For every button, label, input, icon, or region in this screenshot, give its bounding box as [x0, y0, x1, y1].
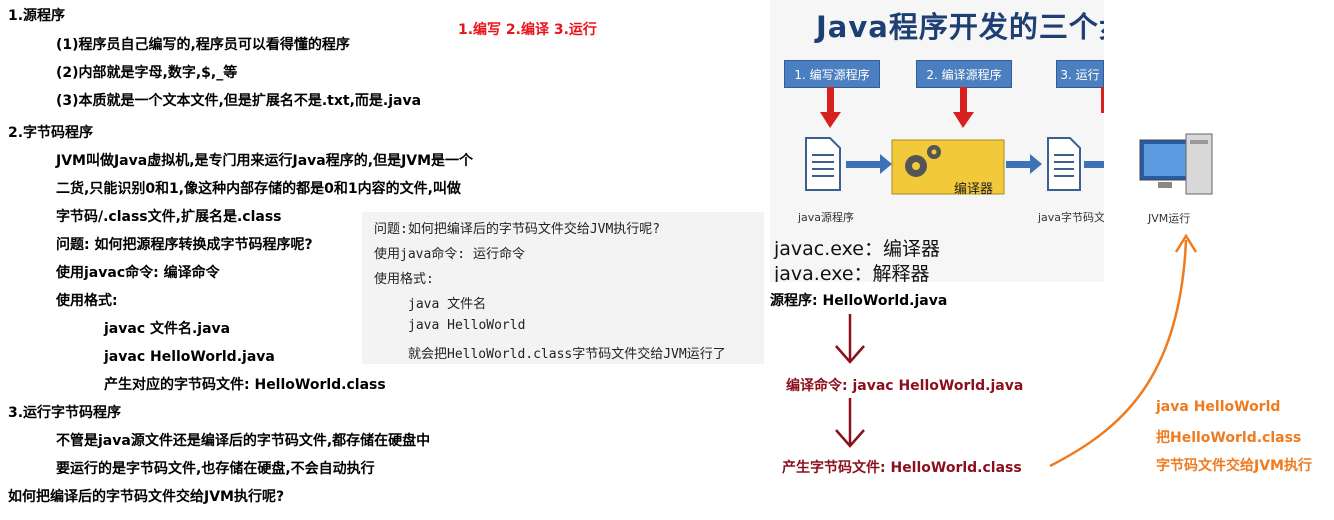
note-line: (2)内部就是字母,数字,$,_等: [56, 65, 238, 81]
note-line: 不管是java源文件还是编译后的字节码文件,都存储在硬盘中: [56, 433, 431, 449]
note-line: 问题: 如何把源程序转换成字节码程序呢?: [56, 237, 313, 253]
note-line: 二货,只能识别0和1,像这种内部存储的都是0和1内容的文件,叫做: [56, 181, 461, 197]
flow-arrow-icon: [846, 154, 892, 174]
document-icon: [805, 137, 841, 191]
steps-header: 1.编写 2.编译 3.运行: [458, 22, 597, 38]
flow-arrow-icon: [1006, 154, 1042, 174]
mono-line: java 文件名: [408, 297, 487, 312]
bytecode-file-label: java字节码文件: [1038, 211, 1104, 224]
flow-output: 产生字节码文件: HelloWorld.class: [782, 460, 1022, 476]
mono-line: 问题:如何把编译后的字节码文件交给JVM执行呢?: [374, 222, 661, 237]
note-line: 产生对应的字节码文件: HelloWorld.class: [104, 377, 386, 393]
flow-compile: 编译命令: javac HelloWorld.java: [786, 378, 1024, 394]
jvm-computer-icon: [1139, 133, 1213, 195]
note-line: 如何把编译后的字节码文件交给JVM执行呢?: [8, 489, 285, 505]
red-arrow-icon: [953, 87, 974, 128]
compiler-label: 编译器: [954, 182, 994, 197]
java-description: java.exe：解释器: [774, 263, 930, 282]
command-note-box: 问题:如何把编译后的字节码文件交给JVM执行呢? 使用java命令: 运行命令 …: [362, 212, 764, 364]
note-line: javac HelloWorld.java: [104, 349, 275, 365]
heading-bytecode-program: 2.字节码程序: [8, 125, 94, 141]
flow-source: 源程序: HelloWorld.java: [770, 293, 948, 309]
heading-run-bytecode: 3.运行字节码程序: [8, 405, 122, 421]
note-line: (3)本质就是一个文本文件,但是扩展名不是.txt,而是.java: [56, 93, 422, 109]
note-line: (1)程序员自己编写的,程序员可以看得懂的程序: [56, 37, 350, 53]
note-line: 使用格式:: [56, 293, 118, 309]
run-note-line-3: 字节码文件交给JVM执行: [1156, 458, 1312, 474]
note-line: 字节码/.class文件,扩展名是.class: [56, 209, 282, 225]
heading-source-program: 1.源程序: [8, 8, 66, 24]
run-note-line-2: 把HelloWorld.class: [1156, 430, 1302, 446]
javac-description: javac.exe：编译器: [774, 238, 940, 260]
java-dev-steps-diagram: Java程序开发的三个步骤 1. 编写源程序 2. 编译源程序 3. 运行: [770, 0, 1104, 282]
flow-arrow-icon: [1084, 161, 1104, 168]
down-arrow-icon: [835, 314, 865, 364]
note-line: 要运行的是字节码文件,也存储在硬盘,不会自动执行: [56, 461, 375, 477]
note-line: JVM叫做Java虚拟机,是专门用来运行Java程序的,但是JVM是一个: [56, 153, 474, 169]
mono-line: 使用java命令: 运行命令: [374, 247, 525, 262]
source-file-label: java源程序: [798, 211, 855, 224]
run-note-line-1: java HelloWorld: [1156, 399, 1281, 415]
jvm-run-label: JVM运行: [1148, 212, 1191, 225]
note-line: javac 文件名.java: [104, 321, 231, 337]
mono-line: 使用格式:: [374, 272, 434, 287]
mono-line: java HelloWorld: [408, 318, 526, 333]
document-icon: [1047, 137, 1081, 191]
red-arrow-icon: [820, 87, 841, 128]
down-arrow-icon: [835, 398, 865, 448]
note-line: 使用javac命令: 编译命令: [56, 265, 220, 281]
red-arrow-icon: [1101, 87, 1104, 113]
mono-line: 就会把HelloWorld.class字节码文件交给JVM运行了: [408, 347, 726, 362]
